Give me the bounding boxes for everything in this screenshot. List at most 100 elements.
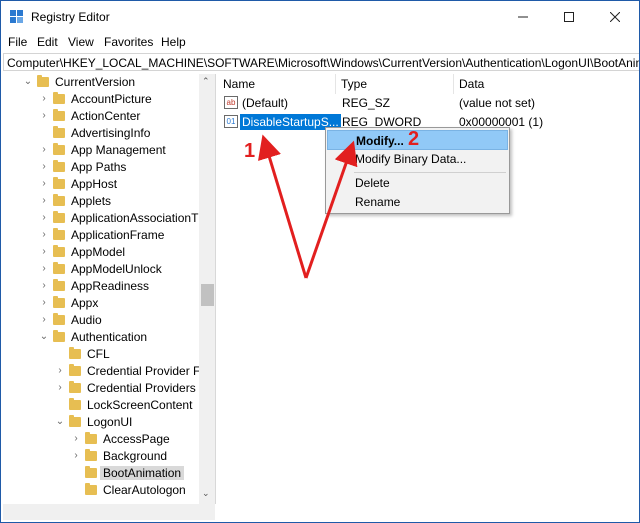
chevron-right-icon[interactable]: › [71, 450, 81, 462]
tree-item-label: AccountPicture [71, 92, 152, 106]
chevron-right-icon[interactable]: › [71, 433, 81, 445]
column-header-type[interactable]: Type [336, 74, 454, 94]
tree-item-label: Credential Providers [87, 381, 196, 395]
tree-vertical-scrollbar[interactable]: ⌃ ⌄ [199, 74, 215, 504]
tree-item-label: App Paths [71, 160, 127, 174]
folder-icon [53, 143, 65, 155]
folder-icon [85, 483, 97, 495]
chevron-right-icon[interactable]: › [39, 263, 49, 275]
column-header-data[interactable]: Data [454, 74, 639, 94]
chevron-right-icon[interactable]: › [39, 297, 49, 309]
folder-icon [85, 449, 97, 461]
menu-item-delete[interactable]: Delete [327, 173, 508, 193]
tree-item-label: Authentication [71, 330, 148, 344]
menu-view[interactable]: View [68, 35, 94, 49]
chevron-down-icon[interactable]: ⌄ [55, 416, 65, 428]
value-type: REG_SZ [342, 96, 391, 110]
tree-item-label: Credential Provider Fi [87, 364, 204, 378]
address-bar[interactable]: Computer\HKEY_LOCAL_MACHINE\SOFTWARE\Mic… [3, 53, 639, 71]
folder-icon [53, 92, 65, 104]
chevron-right-icon[interactable]: › [39, 195, 49, 207]
chevron-right-icon[interactable]: › [39, 280, 49, 292]
value-row[interactable]: ab (Default) REG_SZ (value not set) [218, 95, 638, 112]
column-header-name[interactable]: Name [218, 74, 336, 94]
folder-icon [69, 398, 81, 410]
folder-icon [53, 126, 65, 138]
tree-item-label: CurrentVersion [55, 75, 136, 89]
chevron-right-icon[interactable]: › [55, 382, 65, 394]
window-title: Registry Editor [31, 10, 110, 24]
menu-item-rename[interactable]: Rename [327, 192, 508, 212]
menu-edit[interactable]: Edit [37, 35, 58, 49]
folder-icon [53, 194, 65, 206]
scroll-down-icon[interactable]: ⌄ [202, 488, 210, 499]
tree-item-label: Background [103, 449, 168, 463]
chevron-right-icon[interactable]: › [39, 246, 49, 258]
value-name: (Default) [242, 96, 289, 110]
chevron-right-icon[interactable]: › [55, 365, 65, 377]
registry-tree: ⌄ CurrentVersion › AccountPicture › Acti… [3, 74, 216, 504]
folder-icon [53, 296, 65, 308]
value-data: (value not set) [459, 96, 536, 110]
folder-icon [37, 75, 49, 87]
menu-item-label: Modify... [356, 134, 404, 148]
chevron-right-icon[interactable]: › [39, 161, 49, 173]
registry-editor-icon [10, 10, 23, 23]
tree-item-label: ApplicationFrame [71, 228, 165, 242]
scroll-up-icon[interactable]: ⌃ [202, 76, 210, 87]
tree-item-label: LockScreenContent [87, 398, 193, 412]
folder-icon [53, 160, 65, 172]
scrollbar-thumb[interactable] [201, 284, 214, 306]
menu-item-label: Modify Binary Data... [355, 152, 467, 166]
tree-item-label: Audio [71, 313, 102, 327]
tree-item-label: AppHost [71, 177, 118, 191]
chevron-right-icon[interactable]: › [39, 314, 49, 326]
tree-item-label: LogonUI [87, 415, 133, 429]
chevron-down-icon[interactable]: ⌄ [39, 331, 49, 343]
menu-favorites[interactable]: Favorites [104, 35, 153, 49]
string-value-icon: ab [224, 96, 238, 109]
menu-item-modify-binary[interactable]: Modify Binary Data... [327, 149, 508, 169]
tree-item-label: Appx [71, 296, 99, 310]
folder-icon [53, 228, 65, 240]
tree-item-label: AppReadiness [71, 279, 150, 293]
maximize-icon [564, 12, 574, 22]
folder-icon [53, 177, 65, 189]
folder-icon [69, 381, 81, 393]
chevron-right-icon[interactable]: › [39, 144, 49, 156]
step-2-label: 2 [408, 128, 420, 150]
folder-icon [53, 262, 65, 274]
folder-icon [53, 109, 65, 121]
folder-icon [85, 466, 97, 478]
chevron-right-icon[interactable]: › [39, 229, 49, 241]
chevron-right-icon[interactable]: › [39, 110, 49, 122]
folder-icon [53, 330, 65, 342]
chevron-right-icon[interactable]: › [39, 93, 49, 105]
chevron-down-icon[interactable]: ⌄ [23, 76, 33, 88]
tree-item-label: Applets [71, 194, 112, 208]
tree-item-label: ClearAutologon [103, 483, 186, 497]
chevron-right-icon[interactable]: › [39, 178, 49, 190]
folder-icon [53, 211, 65, 223]
menu-help[interactable]: Help [161, 35, 186, 49]
tree-item-label: AppModelUnlock [71, 262, 162, 276]
title-bar: Registry Editor [1, 1, 639, 33]
menu-item-label: Delete [355, 176, 390, 190]
registry-editor-window: Registry Editor File Edit View Favorites… [0, 0, 640, 523]
folder-icon [69, 347, 81, 359]
minimize-button[interactable] [500, 1, 546, 33]
minimize-icon [518, 16, 528, 18]
close-button[interactable] [592, 1, 638, 33]
tree-horizontal-scrollbar[interactable] [3, 504, 215, 520]
folder-icon [53, 245, 65, 257]
tree-item-label: AppModel [71, 245, 126, 259]
menu-file[interactable]: File [8, 35, 27, 49]
folder-icon [53, 279, 65, 291]
tree-item-label: AccessPage [103, 432, 170, 446]
chevron-right-icon[interactable]: › [39, 212, 49, 224]
dword-value-icon: 01 [224, 115, 238, 128]
maximize-button[interactable] [546, 1, 592, 33]
folder-icon [53, 313, 65, 325]
tree-item-label: ActionCenter [71, 109, 141, 123]
folder-icon [69, 415, 81, 427]
